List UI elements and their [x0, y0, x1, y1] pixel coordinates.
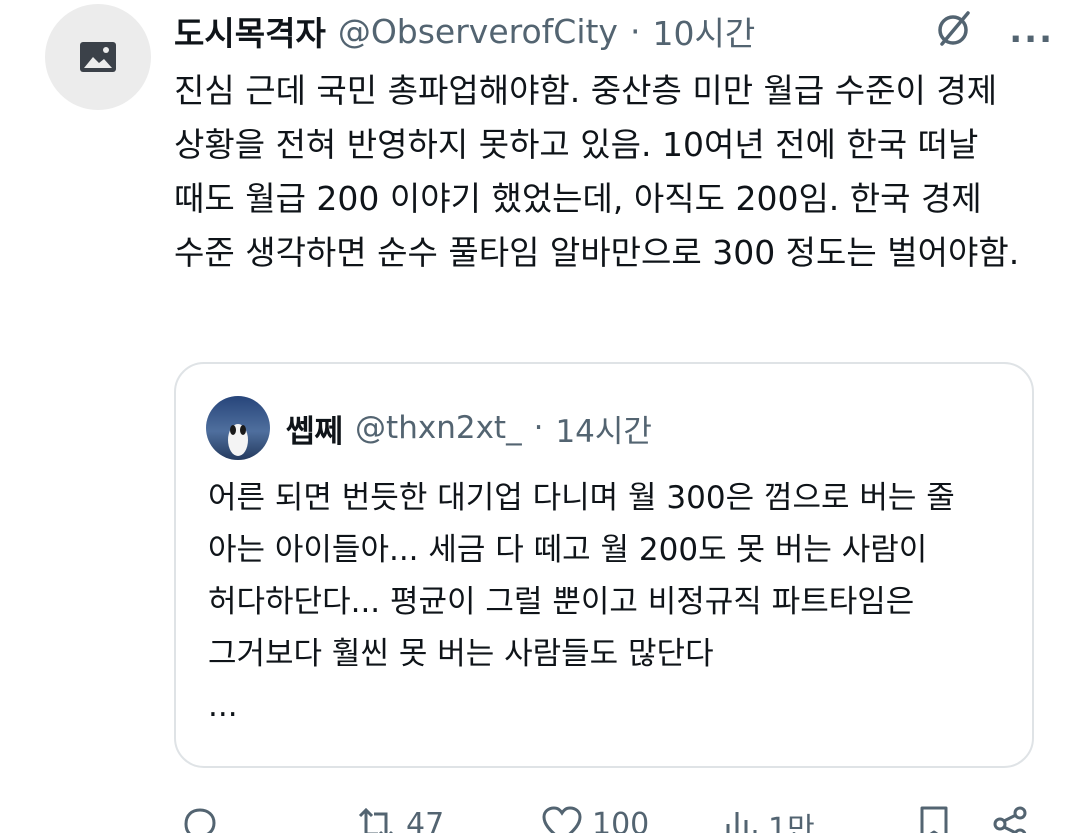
post-text: 진심 근데 국민 총파업해야함. 중산층 미만 월급 수준이 경제 상황을 전혀…	[174, 71, 1020, 272]
more-options-icon[interactable]: ...	[1009, 14, 1054, 48]
author-avatar[interactable]	[45, 4, 151, 110]
quoted-tweet[interactable]: 쎕쩨 @thxn2xt_ · 14시간 어른 되면 번듯한 대기업 다니며 월 …	[174, 362, 1034, 768]
tweet: 도시목격자 @ObserverofCity · 10시간 ... 진심 근데 국…	[0, 0, 1076, 833]
author-name[interactable]: 도시목격자	[174, 7, 326, 55]
views-chart-icon	[726, 812, 757, 833]
image-placeholder-icon	[80, 42, 116, 72]
author-handle[interactable]: @ObserverofCity	[338, 12, 618, 51]
quote-author-name[interactable]: 쎕쩨	[286, 406, 343, 451]
bookmark-icon	[920, 806, 948, 833]
tweet-header: 도시목격자 @ObserverofCity · 10시간 ...	[174, 8, 1054, 54]
quote-header: 쎕쩨 @thxn2xt_ · 14시간	[286, 404, 652, 452]
share-button[interactable]	[990, 804, 1030, 833]
quote-time[interactable]: 14시간	[555, 406, 652, 451]
like-button[interactable]: 100	[540, 804, 649, 833]
reply-icon	[184, 808, 216, 833]
retweet-button[interactable]: 47	[354, 804, 444, 833]
views-button[interactable]: 1만	[720, 804, 815, 833]
header-icons: ...	[933, 8, 1054, 54]
action-bar: 47 100 1만	[174, 796, 1034, 833]
bookmark-button[interactable]	[914, 804, 954, 833]
quote-truncation: ...	[208, 688, 238, 724]
grok-icon[interactable]	[933, 8, 975, 54]
quote-text-block: 어른 되면 번듯한 대기업 다니며 월 300은 껌으로 버는 줄 아는 아이들…	[208, 472, 1008, 732]
reply-button[interactable]	[180, 804, 220, 833]
quote-meta-separator: ·	[533, 410, 544, 446]
quote-author-handle[interactable]: @thxn2xt_	[355, 410, 522, 446]
post-time[interactable]: 10시간	[652, 7, 755, 55]
quote-text: 어른 되면 번듯한 대기업 다니며 월 300은 껌으로 버는 줄 아는 아이들…	[208, 480, 955, 672]
views-count: 1만	[768, 812, 815, 833]
retweet-icon	[358, 807, 393, 833]
quote-author-avatar[interactable]	[206, 396, 270, 460]
meta-separator: ·	[629, 11, 641, 51]
like-count: 100	[592, 806, 650, 833]
heart-icon	[542, 806, 582, 833]
share-icon	[993, 806, 1027, 833]
retweet-count: 47	[406, 806, 445, 833]
